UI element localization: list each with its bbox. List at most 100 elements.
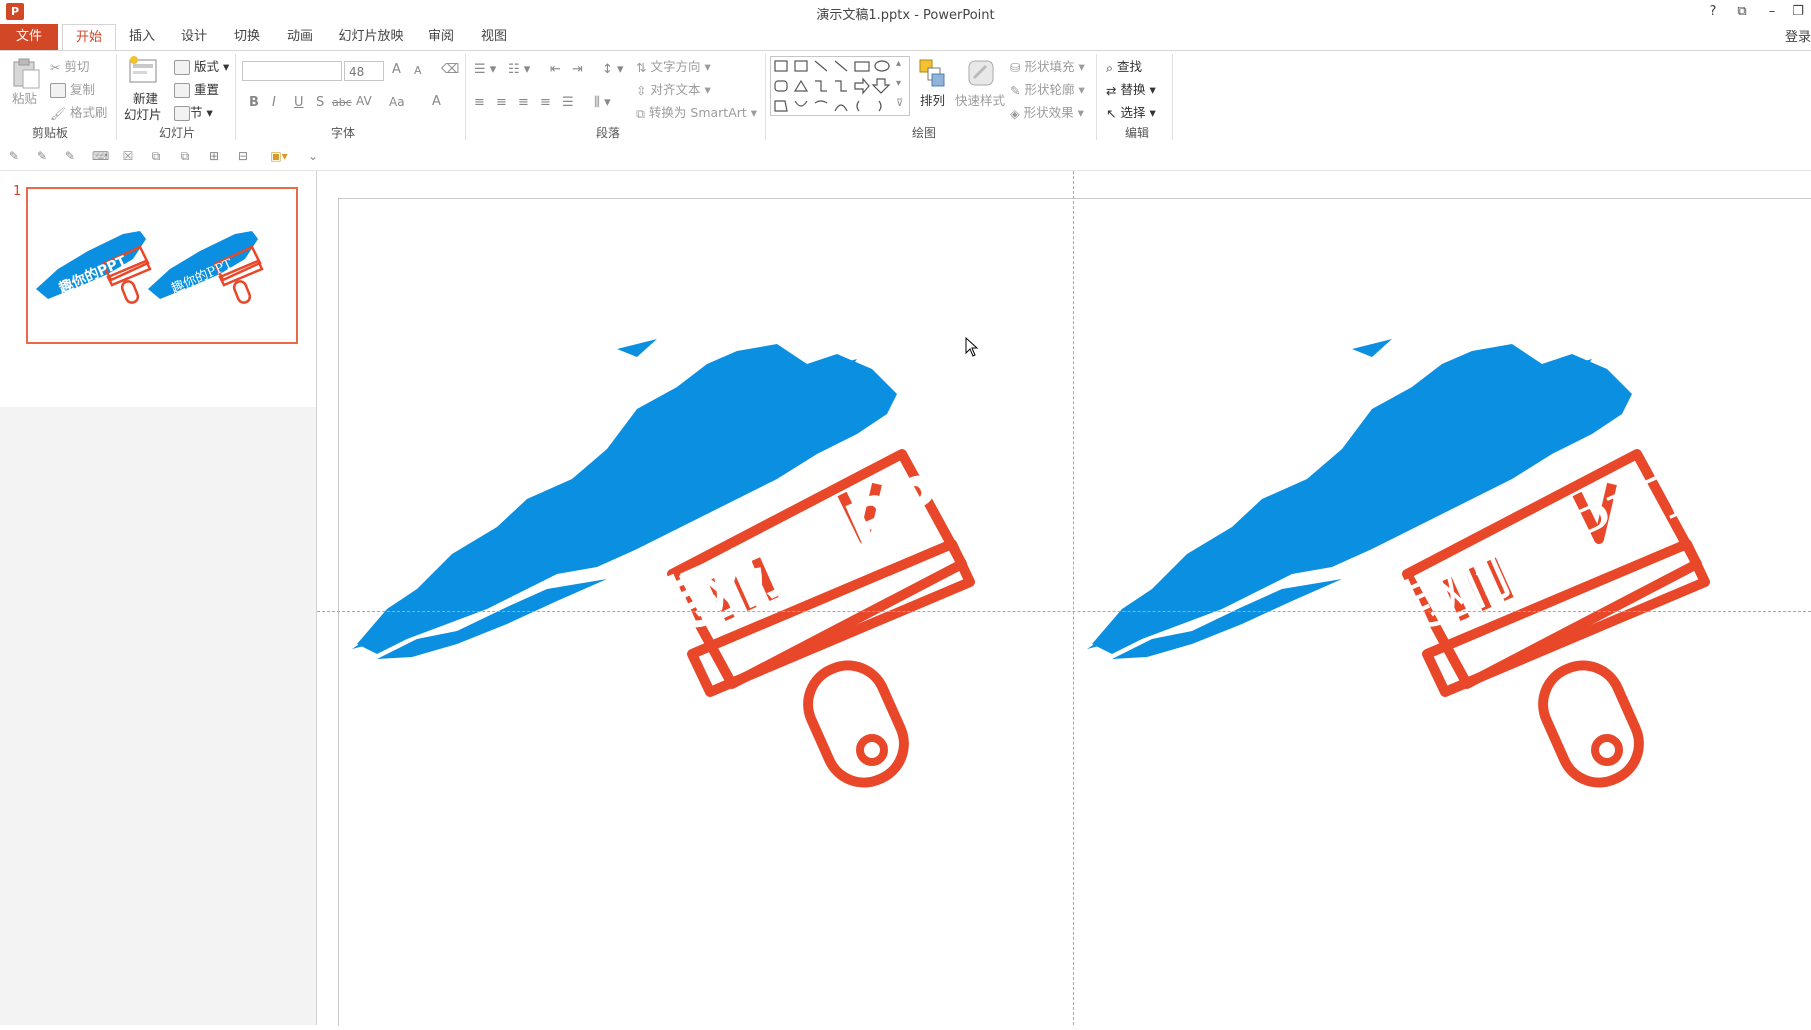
highlighter-icon[interactable]: ✎ xyxy=(63,149,77,163)
clear-format-icon[interactable]: ⌫ xyxy=(441,62,459,77)
thumb-left-art: 趣你的PPT xyxy=(36,231,152,304)
group-icon[interactable]: ⧉ xyxy=(149,149,163,163)
restore-icon[interactable]: ❐ xyxy=(1786,2,1810,22)
reset-button[interactable]: 重置 xyxy=(174,79,219,98)
bold-button[interactable]: B xyxy=(249,95,259,110)
select-label: 选择 xyxy=(1120,105,1146,120)
shape-effects-button[interactable]: ◈ 形状效果 ▾ xyxy=(1010,102,1084,121)
tab-slideshow[interactable]: 幻灯片放映 xyxy=(333,24,409,50)
decrease-indent-icon[interactable]: ⇤ xyxy=(550,62,561,77)
cut-button[interactable]: ✂ 剪切 xyxy=(50,56,89,75)
find-button[interactable]: ⌕ 查找 xyxy=(1106,56,1142,76)
layout-icon xyxy=(174,60,190,75)
clipboard-group-label: 剪贴板 xyxy=(31,126,68,140)
customize-toolbar-icon[interactable]: ⌄ xyxy=(306,149,320,163)
align-left-icon[interactable]: ≡ xyxy=(474,95,485,110)
slide-thumbnail[interactable]: 趣你的PPT 趣你的PPT xyxy=(26,187,298,344)
align-right-icon[interactable]: ≡ xyxy=(518,95,529,110)
keyboard-icon[interactable]: ⌨ xyxy=(92,149,109,163)
section-icon xyxy=(174,106,190,121)
layout-button[interactable]: 版式 ▾ xyxy=(174,56,229,75)
convert-smartart-button[interactable]: ⧉ 转换为 SmartArt ▾ xyxy=(636,102,757,122)
gallery-scroll-down-icon[interactable]: ▾ xyxy=(896,78,901,89)
align-icon[interactable]: ⊞ xyxy=(207,149,221,163)
text-direction-button[interactable]: ⇅ 文字方向 ▾ xyxy=(636,56,711,75)
distribute-icon[interactable]: ⊟ xyxy=(236,149,250,163)
select-button[interactable]: ↖ 选择 ▾ xyxy=(1106,102,1156,121)
distributed-icon[interactable]: ☰ xyxy=(562,95,574,110)
group-separator xyxy=(116,54,117,140)
editing-group-label: 编辑 xyxy=(1124,126,1149,140)
replace-icon: ⇄ xyxy=(1106,83,1117,98)
strikethrough-button[interactable]: abc xyxy=(332,96,352,109)
justify-icon[interactable]: ≡ xyxy=(540,95,551,110)
tab-file[interactable]: 文件 xyxy=(0,24,58,50)
quick-styles-icon[interactable] xyxy=(966,58,996,92)
shapes-gallery[interactable] xyxy=(770,56,910,116)
reset-label: 重置 xyxy=(193,82,219,97)
italic-button[interactable]: I xyxy=(272,95,276,110)
font-color-button[interactable]: A xyxy=(432,94,441,109)
bullets-icon[interactable]: ☰ ▾ xyxy=(474,62,496,77)
shrink-font-icon[interactable]: A xyxy=(414,64,422,77)
format-painter-label: 格式刷 xyxy=(69,105,108,120)
change-case-button[interactable]: Aa xyxy=(389,95,405,109)
gallery-scroll-up-icon[interactable]: ▴ xyxy=(896,58,901,69)
eyedropper-icon[interactable]: ✎ xyxy=(35,149,49,163)
increase-indent-icon[interactable]: ⇥ xyxy=(572,62,583,77)
copy-button[interactable]: 复制 xyxy=(50,79,95,98)
tab-design[interactable]: 设计 xyxy=(174,24,214,50)
layout-label: 版式 xyxy=(193,59,219,74)
binoculars-icon: ⌕ xyxy=(1106,59,1114,75)
paste-button[interactable]: 粘贴 xyxy=(12,88,37,107)
tab-view[interactable]: 视图 xyxy=(474,24,514,50)
shape-fill-button[interactable]: ⛁ 形状填充 ▾ xyxy=(1010,56,1085,75)
underline-button[interactable]: U xyxy=(294,95,304,110)
vertical-guide[interactable] xyxy=(1073,171,1074,1025)
section-button[interactable]: 节 ▾ xyxy=(174,102,213,121)
shape-effects-label: 形状效果 xyxy=(1023,105,1074,120)
login-link[interactable]: 登录 xyxy=(1785,26,1811,45)
pen-icon[interactable]: ✎ xyxy=(7,149,21,163)
align-center-icon[interactable]: ≡ xyxy=(496,95,507,110)
line-spacing-icon[interactable]: ↕ ▾ xyxy=(602,62,624,77)
replace-button[interactable]: ⇄ 替换 ▾ xyxy=(1106,79,1156,98)
horizontal-guide[interactable] xyxy=(317,611,1811,612)
drawing-group-label: 绘图 xyxy=(911,126,936,140)
font-name-combo[interactable] xyxy=(242,61,342,81)
align-text-button[interactable]: ⇳ 对齐文本 ▾ xyxy=(636,79,711,98)
cut-label: 剪切 xyxy=(64,59,90,74)
help-icon[interactable]: ? xyxy=(1701,2,1725,22)
columns-icon[interactable]: ⫼ ▾ xyxy=(594,95,611,110)
ribbon-display-icon[interactable]: ⧉ xyxy=(1730,2,1754,22)
format-dropdown-icon[interactable]: ▣▾ xyxy=(266,149,292,163)
tab-insert[interactable]: 插入 xyxy=(122,24,162,50)
tab-transitions[interactable]: 切换 xyxy=(227,24,267,50)
paragraph-group-label: 段落 xyxy=(595,126,620,140)
shape-outline-button[interactable]: ✎ 形状轮廓 ▾ xyxy=(1010,79,1085,98)
tab-home[interactable]: 开始 xyxy=(62,24,116,50)
new-slide-icon[interactable] xyxy=(128,56,160,90)
arrange-icon[interactable] xyxy=(918,58,946,92)
effects-icon: ◈ xyxy=(1010,106,1020,121)
char-spacing-button[interactable]: AV xyxy=(356,94,372,108)
delete-box-icon[interactable]: ☒ xyxy=(121,149,135,163)
numbering-icon[interactable]: ☷ ▾ xyxy=(508,62,530,77)
gallery-more-icon[interactable]: ⊽ xyxy=(896,98,903,109)
arrange-button[interactable]: 排列 xyxy=(920,90,945,109)
tab-review[interactable]: 审阅 xyxy=(421,24,461,50)
text-shadow-button[interactable]: S xyxy=(316,95,324,110)
minimize-icon[interactable]: – xyxy=(1760,2,1784,22)
group-separator xyxy=(1096,54,1097,140)
slide-canvas[interactable]: 趣你的PPT 趣你的PPT xyxy=(338,198,1811,1026)
font-size-combo[interactable]: 48 xyxy=(344,61,384,81)
copy-label: 复制 xyxy=(69,82,95,97)
tab-animations[interactable]: 动画 xyxy=(280,24,320,50)
new-slide-label-2[interactable]: 幻灯片 xyxy=(124,104,162,123)
find-label: 查找 xyxy=(1117,59,1143,74)
grow-font-icon[interactable]: A xyxy=(392,62,401,77)
paint-bucket-icon: ⛁ xyxy=(1010,60,1021,75)
quick-styles-button[interactable]: 快速样式 xyxy=(955,90,1005,109)
format-painter-button[interactable]: 🖌 格式刷 xyxy=(50,102,107,122)
ungroup-icon[interactable]: ⧉ xyxy=(178,149,192,163)
